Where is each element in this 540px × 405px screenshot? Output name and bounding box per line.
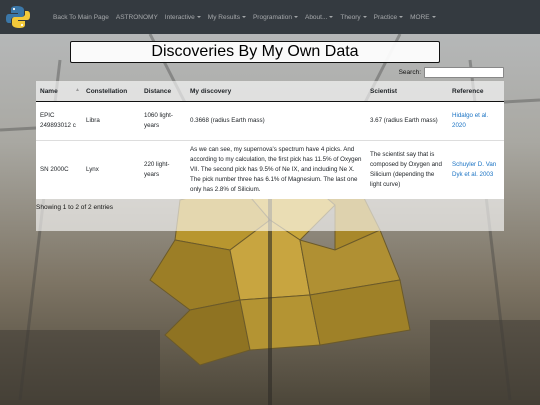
search-label: Search: [398,69,421,76]
reference-link[interactable]: Schuyler D. Van Dyk et al. 2003 [452,161,496,178]
nav-about-dropdown[interactable]: About... [305,14,333,21]
table-header-row: Name ▲ Constellation Distance My discover… [36,81,504,102]
nav-programation-dropdown[interactable]: Programation [253,14,298,21]
column-header-scientist[interactable]: Scientist [366,81,448,102]
column-header-label: Constellation [86,87,128,95]
column-header-label: Distance [144,87,172,95]
nav-interactive-dropdown[interactable]: Interactive [165,14,201,21]
table-row: EPIC 249893012 c Libra 1060 light-years … [36,101,504,141]
nav-more-dropdown[interactable]: MORE [410,14,436,21]
column-header-label: Name [40,87,58,95]
cell-distance: 1060 light-years [140,101,186,141]
cell-constellation: Lynx [82,140,140,199]
python-logo-icon[interactable] [5,5,31,29]
table-info-text: Showing 1 to 2 of 2 entries [36,204,113,211]
top-navbar: Back To Main Page ASTRONOMY Interactive … [0,0,540,34]
table-row: SN 2000C Lynx 220 light-years As we can … [36,140,504,199]
cell-name: EPIC 249893012 c [36,101,82,141]
discoveries-table: Name ▲ Constellation Distance My discover… [36,81,504,199]
cell-distance: 220 light-years [140,140,186,199]
column-header-label: Reference [452,87,484,95]
column-header-label: Scientist [370,87,398,95]
search-input[interactable] [424,67,504,78]
cell-name: SN 2000C [36,140,82,199]
nav-astronomy[interactable]: ASTRONOMY [116,14,158,21]
column-header-label: My discovery [190,87,232,95]
nav-theory-dropdown[interactable]: Theory [340,14,366,21]
nav-back-to-main[interactable]: Back To Main Page [53,14,109,21]
column-header-name[interactable]: Name ▲ [36,81,82,102]
column-header-reference[interactable]: Reference [448,81,504,102]
page-title: Discoveries By My Own Data [70,41,440,63]
cell-my-discovery: As we can see, my supernova's spectrum h… [186,140,366,199]
cell-scientist: The scientist say that is composed by Ox… [366,140,448,199]
column-header-my-discovery[interactable]: My discovery [186,81,366,102]
nav-practice-dropdown[interactable]: Practice [374,14,403,21]
table-search: Search: [399,67,504,78]
cell-my-discovery: 0.3668 (radius Earth mass) [186,101,366,141]
cell-constellation: Libra [82,101,140,141]
cell-reference: Hidalgo et al. 2020 [448,101,504,141]
reference-link[interactable]: Hidalgo et al. 2020 [452,112,488,129]
nav-my-results-dropdown[interactable]: My Results [208,14,246,21]
cell-scientist: 3.67 (radius Earth mass) [366,101,448,141]
sort-arrow-icon: ▲ [75,87,80,93]
cell-reference: Schuyler D. Van Dyk et al. 2003 [448,140,504,199]
column-header-constellation[interactable]: Constellation [82,81,140,102]
column-header-distance[interactable]: Distance [140,81,186,102]
